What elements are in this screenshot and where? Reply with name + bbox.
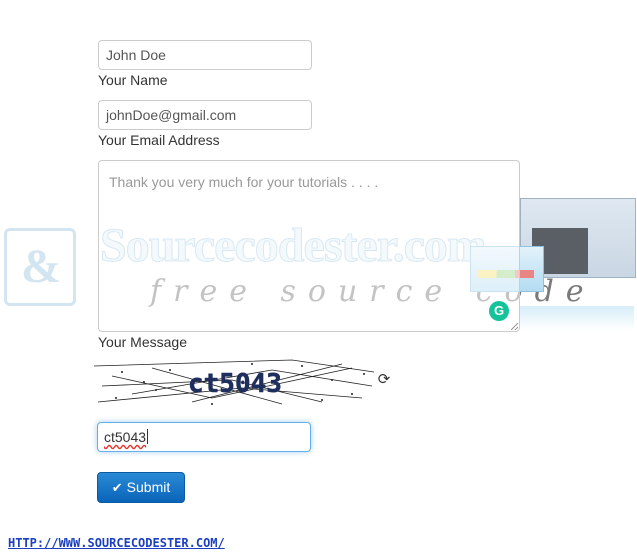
email-input[interactable]: johnDoe@gmail.com bbox=[98, 100, 312, 130]
captcha-input[interactable]: ct5043 bbox=[97, 422, 311, 452]
text-caret bbox=[147, 429, 149, 444]
refresh-icon[interactable]: ⟳ bbox=[376, 372, 392, 388]
captcha-code: ct5043 bbox=[188, 369, 282, 399]
check-icon: ✔ bbox=[111, 480, 123, 495]
resize-handle-icon[interactable] bbox=[511, 323, 518, 330]
message-textarea[interactable]: Thank you very much for your tutorials .… bbox=[98, 160, 520, 332]
grammarly-icon[interactable]: G bbox=[489, 301, 509, 321]
captcha-image: ct5043 bbox=[93, 359, 375, 405]
submit-button[interactable]: ✔ Submit bbox=[97, 472, 185, 503]
watermark-logo-icon: & bbox=[4, 228, 76, 306]
name-label: Your Name bbox=[98, 72, 168, 88]
message-label: Your Message bbox=[98, 334, 187, 350]
message-text: Thank you very much for your tutorials .… bbox=[109, 174, 379, 190]
footer-link[interactable]: HTTP://WWW.SOURCECODESTER.COM/ bbox=[8, 536, 225, 550]
name-input[interactable]: John Doe bbox=[98, 40, 312, 70]
submit-label: Submit bbox=[126, 479, 171, 495]
email-label: Your Email Address bbox=[98, 132, 220, 148]
captcha-input-value: ct5043 bbox=[104, 429, 147, 445]
